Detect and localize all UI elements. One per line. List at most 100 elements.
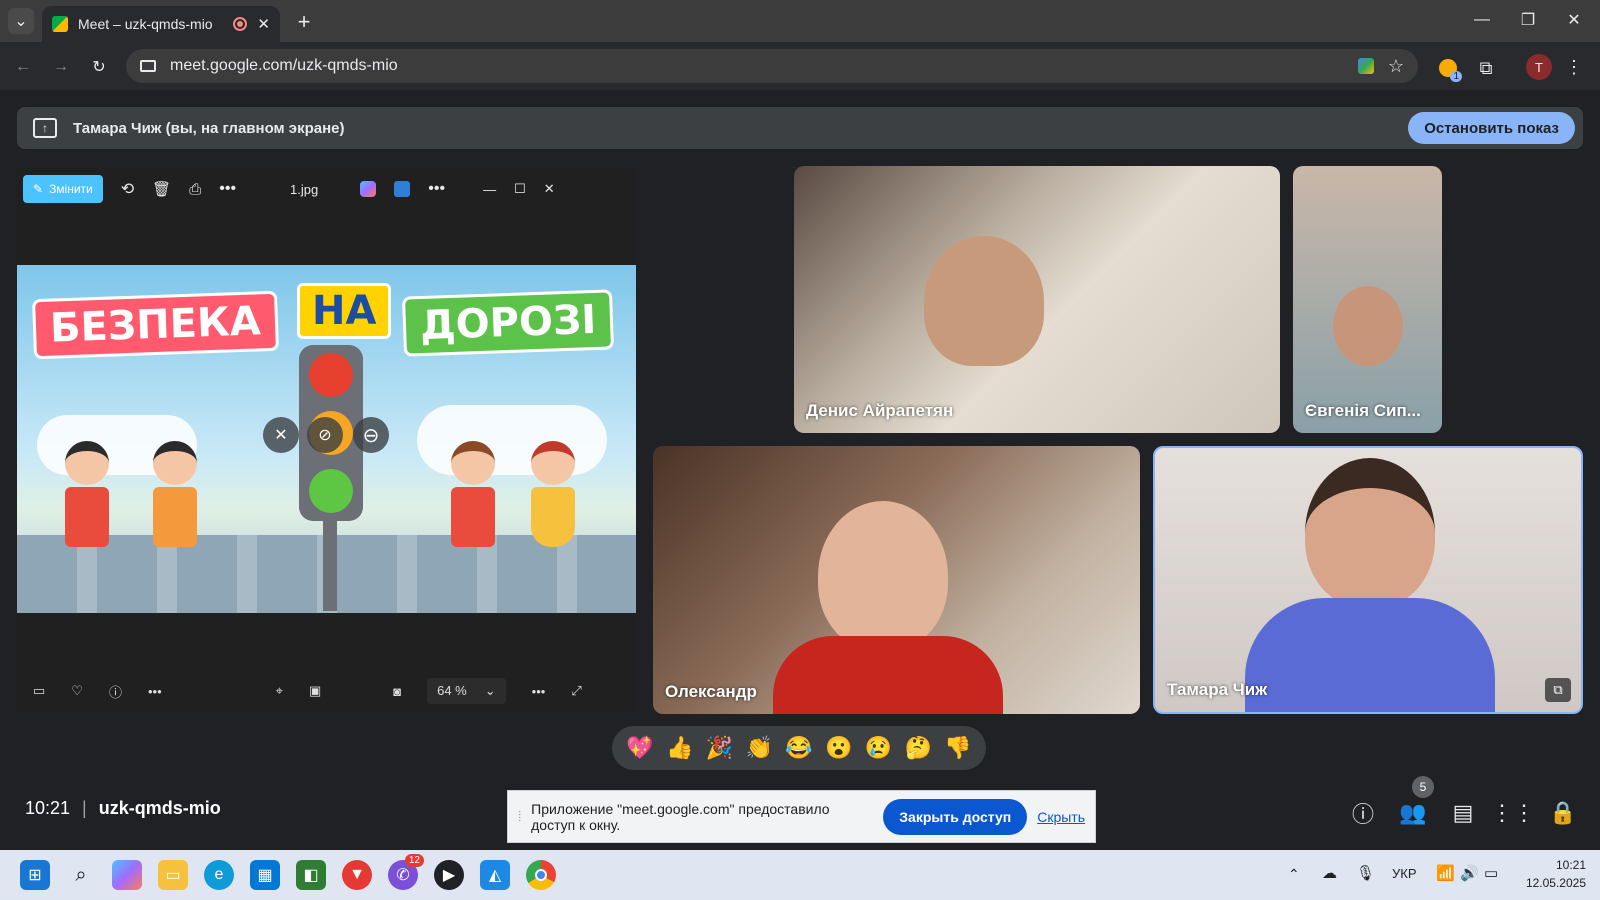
slide-image: БЕЗПЕКА НА ДОРОЗІ ✕ ⊘ ⊖ bbox=[17, 265, 636, 613]
browser-tab-meet[interactable]: Meet – uzk-qmds-mio ✕ bbox=[42, 6, 280, 42]
new-tab-icon[interactable]: + bbox=[292, 9, 316, 34]
participant-tile-self[interactable]: Тамара Чиж ⧉ bbox=[1153, 446, 1583, 714]
more-options-icon-2[interactable]: ••• bbox=[428, 180, 445, 198]
tab-close-icon[interactable]: ✕ bbox=[257, 15, 270, 33]
actual-size-icon[interactable]: ◙ bbox=[393, 684, 401, 699]
photos-app-icon[interactable]: ◭ bbox=[480, 860, 510, 890]
copilot-icon[interactable] bbox=[360, 181, 377, 197]
extension-active-icon[interactable]: 1 bbox=[1434, 54, 1462, 82]
onedrive-cloud-icon[interactable]: ☁ bbox=[1322, 864, 1337, 882]
text-recognition-icon[interactable]: ▣ bbox=[309, 683, 321, 699]
rotate-icon[interactable]: ⟲ bbox=[121, 179, 134, 199]
window-share-notice: ⦙ Приложение "meet.google.com" предостав… bbox=[507, 790, 1096, 843]
edge-icon[interactable]: e bbox=[204, 860, 234, 890]
taskbar-clock[interactable]: 10:21 12.05.2025 bbox=[1526, 856, 1586, 892]
edit-image-button[interactable]: ✎ Змінити bbox=[23, 175, 103, 203]
window-restore-icon[interactable]: ❐ bbox=[1516, 8, 1540, 32]
reaction-clap[interactable]: 👏 bbox=[745, 735, 772, 761]
participant-name: Денис Айрапетян bbox=[806, 401, 954, 420]
unpin-overlay-icon[interactable]: ✕ bbox=[263, 417, 299, 453]
reaction-surprised[interactable]: 😮 bbox=[825, 735, 852, 761]
google-lens-icon[interactable] bbox=[1357, 58, 1374, 74]
kid-illustration-2 bbox=[153, 441, 205, 561]
store-icon[interactable]: ▦ bbox=[250, 860, 280, 890]
brave-icon[interactable]: ▼ bbox=[342, 860, 372, 890]
copilot-taskbar-icon[interactable] bbox=[112, 860, 142, 890]
activities-grid-icon[interactable]: ⋮⋮ bbox=[1491, 798, 1535, 828]
people-icon[interactable]: 👥 5 bbox=[1398, 776, 1434, 828]
remove-overlay-icon[interactable]: ⊖ bbox=[353, 417, 389, 453]
back-icon[interactable]: ← bbox=[10, 54, 36, 80]
battery-icon[interactable]: ▭ bbox=[1484, 864, 1498, 882]
visual-search-icon[interactable]: ⌖ bbox=[276, 683, 283, 699]
profile-avatar[interactable]: T bbox=[1526, 54, 1552, 80]
wifi-icon[interactable]: 📶 bbox=[1436, 864, 1455, 882]
self-view-icon[interactable]: ⧉ bbox=[1545, 678, 1571, 702]
photos-maximize-icon[interactable]: ☐ bbox=[514, 181, 526, 197]
hide-notice-link[interactable]: Скрыть bbox=[1037, 809, 1085, 825]
forward-icon[interactable]: → bbox=[48, 54, 74, 80]
participant-name: Євгенія Сип... bbox=[1305, 401, 1421, 420]
people-count-badge: 5 bbox=[1412, 776, 1434, 798]
reaction-thumbs-down[interactable]: 👎 bbox=[944, 735, 971, 761]
microphone-icon[interactable]: 🎙 bbox=[1356, 864, 1375, 882]
media-player-icon[interactable]: ▶ bbox=[434, 860, 464, 890]
tab-search-chevron-icon[interactable]: ⌄ bbox=[8, 8, 34, 34]
photos-close-icon[interactable]: ✕ bbox=[544, 181, 555, 197]
zoom-more-icon[interactable]: ••• bbox=[532, 684, 546, 699]
notice-text: Приложение "meet.google.com" предоставил… bbox=[531, 800, 830, 833]
file-explorer-icon[interactable]: ▭ bbox=[158, 860, 188, 890]
taskbar-search-icon[interactable]: ⌕ bbox=[66, 860, 96, 890]
more-options-icon[interactable]: ••• bbox=[219, 180, 236, 198]
site-info-icon[interactable] bbox=[140, 60, 156, 72]
stop-sharing-button[interactable]: Закрыть доступ bbox=[883, 798, 1028, 835]
reaction-party[interactable]: 🎉 bbox=[706, 735, 733, 761]
fullscreen-icon[interactable]: ⤢ bbox=[571, 683, 581, 699]
bookmark-star-icon[interactable]: ☆ bbox=[1388, 56, 1404, 77]
viber-icon[interactable]: ✆ 12 bbox=[388, 854, 424, 890]
window-minimize-icon[interactable]: — bbox=[1470, 8, 1494, 32]
participant-name: Олександр bbox=[665, 682, 757, 701]
chrome-icon[interactable] bbox=[526, 860, 556, 890]
clock-time: 10:21 bbox=[1555, 858, 1586, 872]
window-close-icon[interactable]: ✕ bbox=[1562, 8, 1586, 32]
meeting-info-icon[interactable]: ⓘ bbox=[1348, 798, 1378, 828]
input-language[interactable]: УКР bbox=[1392, 866, 1417, 881]
reaction-sad[interactable]: 😢 bbox=[865, 735, 892, 761]
present-screen-icon: ↑ bbox=[33, 118, 57, 138]
photos-toolbar: ✎ Змінити ⟲ 🗑 ⎙ ••• 1.jpg ••• — ☐ ✕ bbox=[17, 166, 636, 212]
print-icon[interactable]: ⎙ bbox=[189, 181, 201, 198]
kid-illustration-3 bbox=[451, 441, 503, 561]
extensions-puzzle-icon[interactable]: ⧉ bbox=[1472, 54, 1500, 82]
chat-icon[interactable]: ▤ bbox=[1448, 798, 1478, 828]
zoom-dropdown[interactable]: 64 % ⌄ bbox=[427, 678, 506, 704]
filmstrip-icon[interactable]: ▭ bbox=[33, 683, 45, 699]
reaction-thinking[interactable]: 🤔 bbox=[905, 735, 932, 761]
volume-icon[interactable]: 🔊 bbox=[1460, 864, 1479, 882]
participant-video bbox=[1305, 458, 1435, 608]
reaction-thumbs-up[interactable]: 👍 bbox=[666, 735, 693, 761]
reaction-heart[interactable]: 💖 bbox=[626, 735, 653, 761]
stop-presenting-button[interactable]: Остановить показ bbox=[1408, 112, 1575, 144]
media-app-icon[interactable]: ◧ bbox=[296, 860, 326, 890]
browser-menu-icon[interactable]: ⋮ bbox=[1564, 54, 1584, 80]
host-controls-lock-icon[interactable]: 🔒 bbox=[1548, 798, 1578, 828]
delete-icon[interactable]: 🗑 bbox=[152, 180, 171, 198]
designer-icon[interactable] bbox=[394, 181, 411, 197]
photos-minimize-icon[interactable]: — bbox=[483, 182, 496, 197]
participant-tile[interactable]: Олександр bbox=[653, 446, 1140, 714]
mute-overlay-icon[interactable]: ⊘ bbox=[307, 417, 343, 453]
participant-tile[interactable]: Євгенія Сип... bbox=[1293, 166, 1442, 433]
bottom-more-icon[interactable]: ••• bbox=[148, 684, 162, 699]
favorite-heart-icon[interactable]: ♡ bbox=[71, 683, 83, 699]
address-bar[interactable]: meet.google.com/uzk-qmds-mio ☆ bbox=[126, 49, 1418, 83]
reload-icon[interactable]: ↻ bbox=[86, 54, 112, 80]
show-hidden-icons-chevron-icon[interactable]: ⌃ bbox=[1288, 866, 1300, 883]
start-windows-icon[interactable]: ⊞ bbox=[20, 860, 50, 890]
zoom-chevron-icon: ⌄ bbox=[484, 683, 496, 698]
file-info-icon[interactable]: ⓘ bbox=[109, 682, 122, 701]
drag-handle-icon[interactable]: ⦙ bbox=[518, 808, 521, 825]
participant-tile[interactable]: Денис Айрапетян bbox=[794, 166, 1280, 433]
viber-badge: 12 bbox=[404, 854, 424, 867]
reaction-laugh[interactable]: 😂 bbox=[785, 735, 812, 761]
